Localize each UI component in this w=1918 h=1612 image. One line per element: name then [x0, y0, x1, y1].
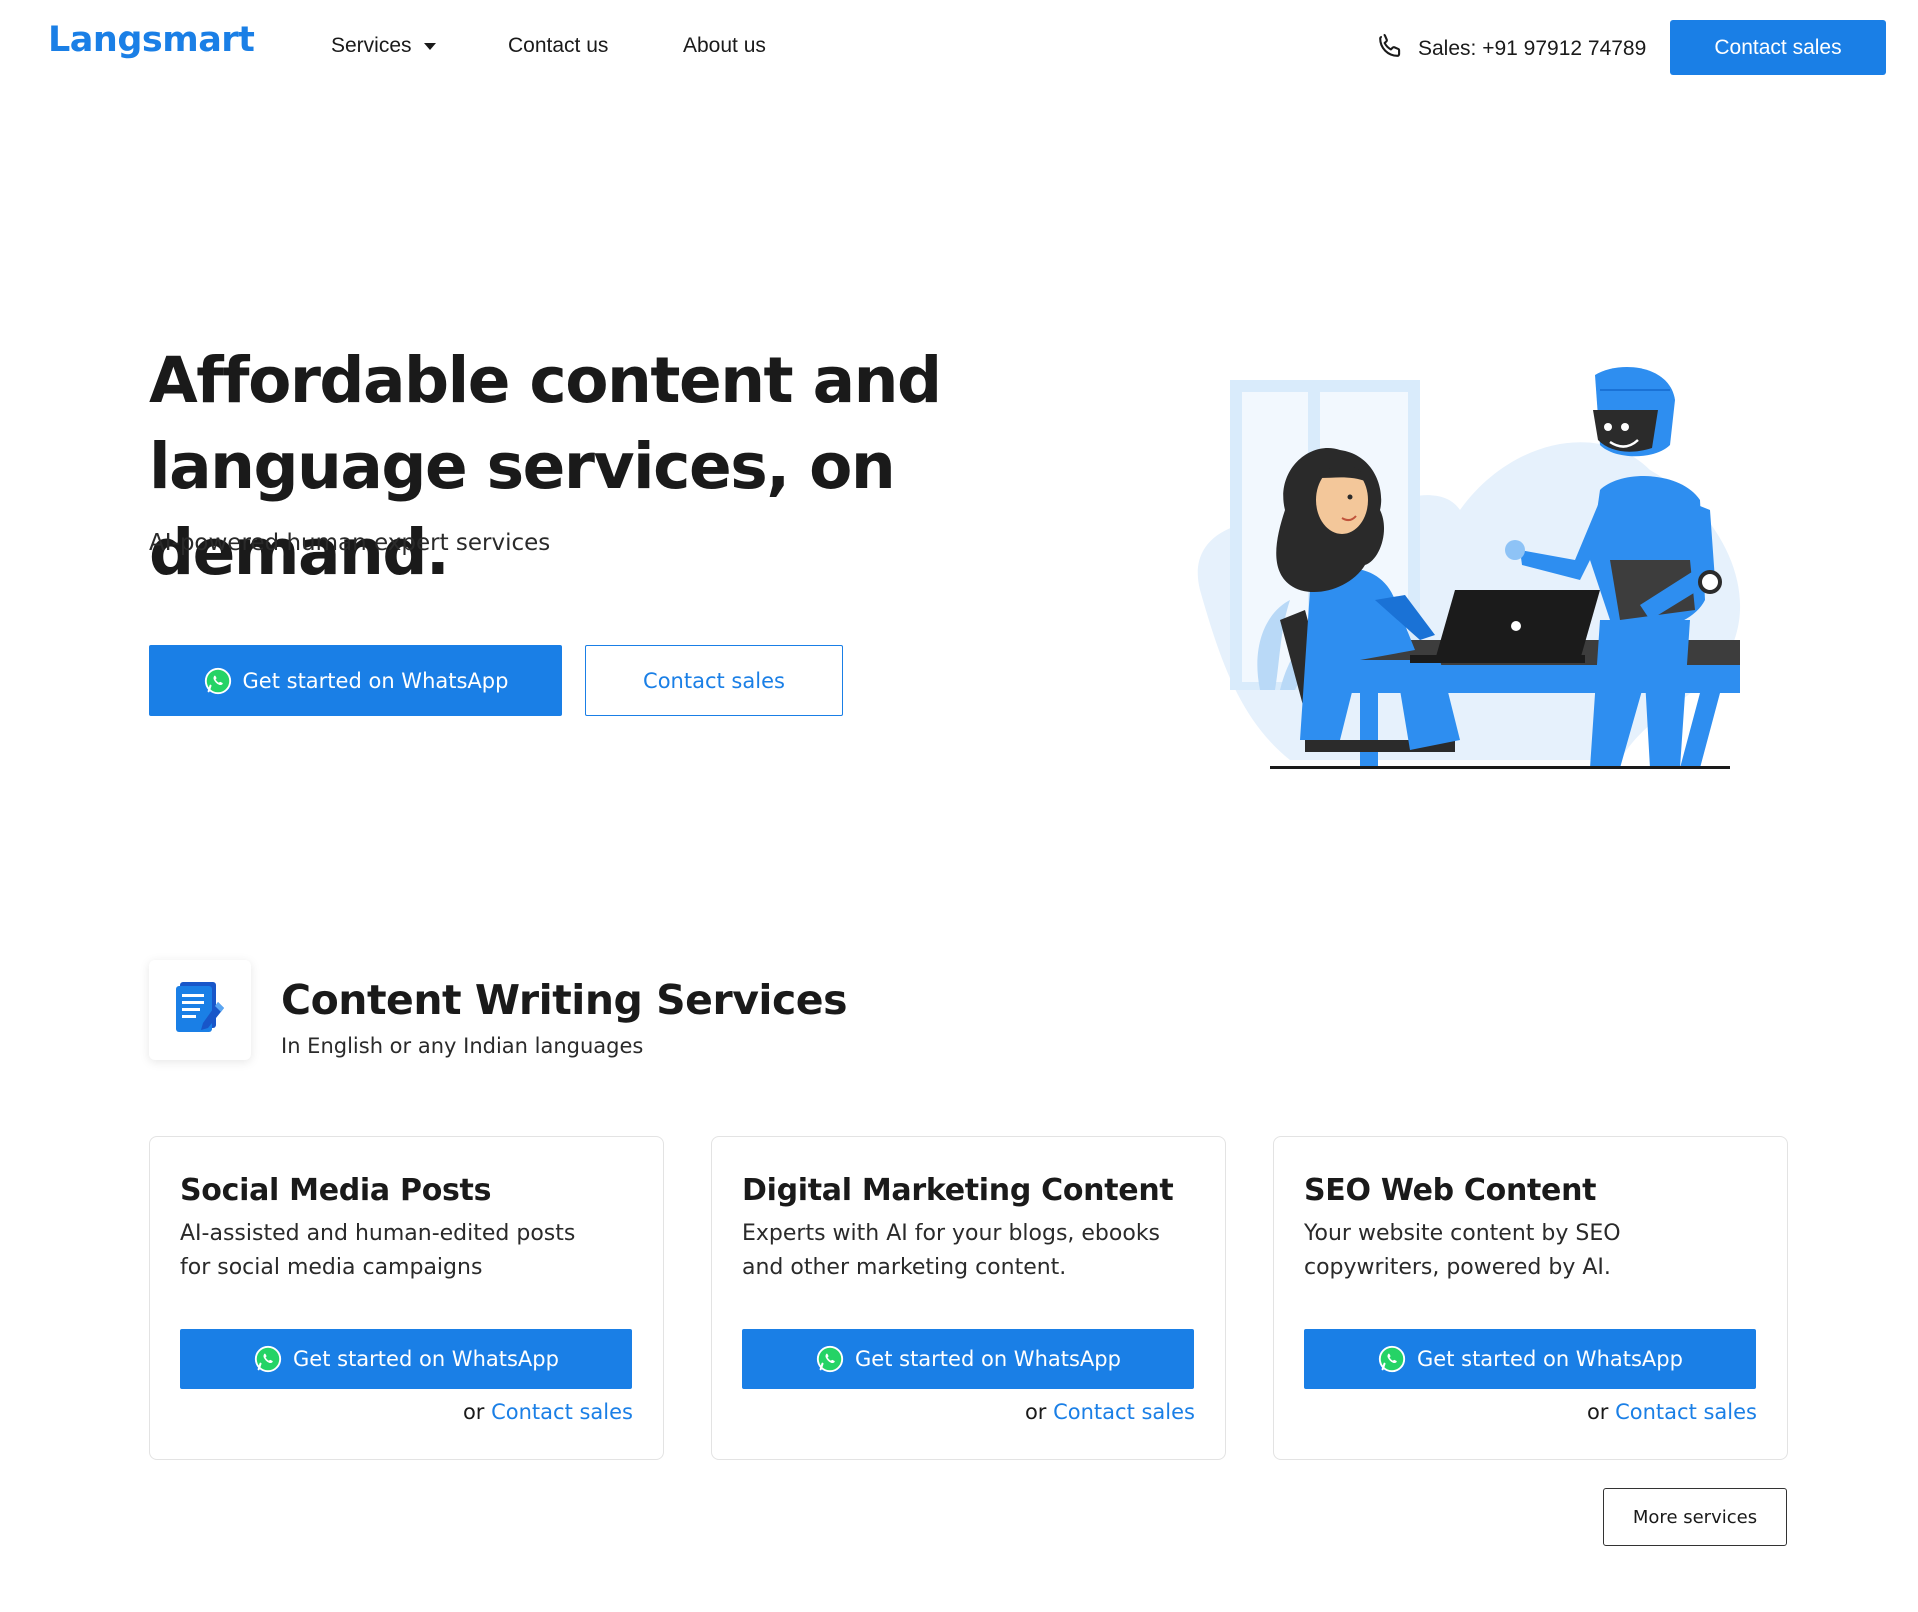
hero-contact-sales-button[interactable]: Contact sales	[585, 645, 843, 716]
card-description-line: copywriters, powered by AI.	[1304, 1255, 1611, 1280]
whatsapp-icon	[203, 666, 233, 696]
card-or-contact: or Contact sales	[1025, 1400, 1195, 1424]
card-whatsapp-label: Get started on WhatsApp	[293, 1347, 559, 1371]
document-edit-icon	[172, 978, 228, 1042]
card-description: Your website content by SEO copywriters,…	[1304, 1217, 1764, 1285]
card-title: Digital Marketing Content	[742, 1173, 1174, 1208]
card-whatsapp-button[interactable]: Get started on WhatsApp	[180, 1329, 632, 1389]
hero-title: Affordable content and language services…	[149, 338, 1149, 596]
card-description-line: Your website content by SEO	[1304, 1221, 1621, 1246]
whatsapp-icon	[815, 1344, 845, 1374]
card-or-text: or	[462, 1400, 485, 1424]
card-description-line: for social media campaigns	[180, 1255, 483, 1280]
content-writing-icon-box	[149, 960, 251, 1060]
card-description: Experts with AI for your blogs, ebooks a…	[742, 1217, 1202, 1285]
logo[interactable]: Langsmart	[48, 20, 255, 60]
card-description-line: AI-assisted and human-edited posts	[180, 1221, 576, 1246]
card-title: SEO Web Content	[1304, 1173, 1597, 1208]
card-contact-sales-link[interactable]: Contact sales	[491, 1400, 633, 1424]
card-or-contact: or Contact sales	[463, 1400, 633, 1424]
card-description-line: and other marketing content.	[742, 1255, 1067, 1280]
card-description-line: Experts with AI for your blogs, ebooks	[742, 1221, 1161, 1246]
sales-phone-text: Sales: +91 97912 74789	[1418, 37, 1647, 60]
hero-whatsapp-button[interactable]: Get started on WhatsApp	[149, 645, 562, 716]
sales-phone[interactable]: Sales: +91 97912 74789	[1376, 32, 1646, 66]
card-whatsapp-label: Get started on WhatsApp	[1417, 1347, 1683, 1371]
nav-contact-label: Contact us	[508, 34, 609, 57]
service-card-social-media: Social Media Posts AI-assisted and human…	[149, 1136, 664, 1460]
card-contact-sales-link[interactable]: Contact sales	[1053, 1400, 1195, 1424]
card-whatsapp-button[interactable]: Get started on WhatsApp	[1304, 1329, 1756, 1389]
phone-icon	[1376, 32, 1404, 66]
more-services-button[interactable]: More services	[1603, 1488, 1787, 1546]
nav-about-us[interactable]: About us	[683, 34, 766, 58]
hero-title-line1: Affordable content and	[149, 344, 942, 417]
card-or-contact: or Contact sales	[1587, 1400, 1757, 1424]
card-contact-sales-link[interactable]: Contact sales	[1615, 1400, 1757, 1424]
card-whatsapp-label: Get started on WhatsApp	[855, 1347, 1121, 1371]
section-subtitle: In English or any Indian languages	[281, 1034, 644, 1058]
hero-title-line2: language services, on demand.	[149, 430, 896, 589]
whatsapp-icon	[253, 1344, 283, 1374]
card-or-text: or	[1024, 1400, 1047, 1424]
hero-whatsapp-label: Get started on WhatsApp	[242, 668, 509, 693]
section-title: Content Writing Services	[281, 976, 848, 1024]
site-header: Langsmart Services Contact us About us S…	[0, 0, 1918, 96]
header-contact-sales-button[interactable]: Contact sales	[1670, 20, 1886, 75]
service-card-seo-web: SEO Web Content Your website content by …	[1273, 1136, 1788, 1460]
nav-contact-us[interactable]: Contact us	[508, 34, 608, 58]
hero-illustration	[1180, 360, 1760, 770]
card-title: Social Media Posts	[180, 1173, 492, 1208]
card-or-text: or	[1586, 1400, 1609, 1424]
service-card-digital-marketing: Digital Marketing Content Experts with A…	[711, 1136, 1226, 1460]
chevron-down-icon	[423, 42, 436, 50]
nav-services[interactable]: Services	[331, 34, 436, 58]
whatsapp-icon	[1377, 1344, 1407, 1374]
hero-subtitle: AI-powered human expert services	[149, 530, 551, 556]
nav-about-label: About us	[683, 34, 766, 57]
card-description: AI-assisted and human-edited posts for s…	[180, 1217, 640, 1285]
card-whatsapp-button[interactable]: Get started on WhatsApp	[742, 1329, 1194, 1389]
nav-services-label: Services	[331, 34, 412, 57]
